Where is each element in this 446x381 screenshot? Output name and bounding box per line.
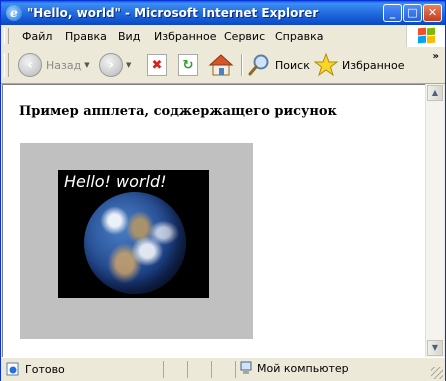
scroll-down-button[interactable]: ▼ bbox=[427, 340, 443, 356]
status-cell bbox=[187, 361, 211, 378]
status-cell bbox=[211, 361, 235, 378]
toolbar-separator bbox=[241, 54, 243, 76]
home-icon bbox=[208, 54, 234, 76]
close-button[interactable]: ✕ bbox=[423, 4, 442, 22]
forward-arrow-icon: › bbox=[99, 53, 123, 77]
search-button[interactable]: Поиск bbox=[247, 51, 310, 79]
applet-hello-text: Hello! world! bbox=[64, 172, 167, 191]
page-content: Пример апплета, соджержащего рисунок Hel… bbox=[2, 84, 425, 357]
star-icon bbox=[314, 53, 338, 77]
favorites-label: Избранное bbox=[342, 58, 405, 72]
refresh-button[interactable]: ↻ bbox=[178, 51, 198, 79]
menu-file[interactable]: Файл bbox=[22, 30, 52, 43]
status-cell bbox=[163, 361, 187, 378]
stop-button[interactable]: ✖ bbox=[147, 51, 167, 79]
zone-text: Мой компьютер bbox=[257, 362, 349, 375]
menubar-grip[interactable] bbox=[4, 28, 9, 44]
back-button[interactable]: ‹ Назад ▼ bbox=[18, 51, 90, 79]
back-dropdown-icon[interactable]: ▼ bbox=[84, 61, 89, 69]
minimize-button[interactable]: _ bbox=[383, 4, 402, 22]
windows-logo-icon bbox=[406, 25, 445, 47]
page-status-icon bbox=[6, 362, 19, 376]
forward-dropdown-icon[interactable]: ▼ bbox=[126, 61, 131, 69]
java-applet: Hello! world! bbox=[20, 143, 253, 339]
menu-help[interactable]: Справка bbox=[275, 30, 323, 43]
menu-tools[interactable]: Сервис bbox=[224, 30, 265, 43]
back-label: Назад bbox=[46, 58, 82, 72]
window-title: "Hello, world" - Microsoft Internet Expl… bbox=[27, 6, 319, 20]
search-icon bbox=[248, 54, 269, 76]
zone-cell: Мой компьютер bbox=[235, 361, 445, 378]
resize-grip[interactable] bbox=[431, 367, 443, 379]
stop-icon: ✖ bbox=[147, 54, 167, 76]
toolbar-more-button[interactable]: » bbox=[433, 51, 439, 62]
status-bar: Готово Мой компьютер bbox=[1, 357, 445, 381]
applet-picture: Hello! world! bbox=[58, 170, 209, 298]
earth-image bbox=[84, 192, 186, 294]
my-computer-icon bbox=[240, 361, 252, 374]
status-text: Готово bbox=[25, 363, 65, 376]
maximize-button[interactable]: □ bbox=[403, 4, 422, 22]
page-heading: Пример апплета, соджержащего рисунок bbox=[19, 104, 337, 119]
menu-edit[interactable]: Правка bbox=[65, 30, 107, 43]
menu-bar: Файл Правка Вид Избранное Сервис Справка bbox=[1, 25, 445, 48]
browser-window: e "Hello, world" - Microsoft Internet Ex… bbox=[0, 0, 446, 381]
refresh-icon: ↻ bbox=[178, 54, 198, 76]
toolbar: ‹ Назад ▼ › ▼ ✖ ↻ Поиск Избранное » bbox=[1, 47, 445, 84]
scroll-up-button[interactable]: ▲ bbox=[427, 85, 443, 101]
vertical-scrollbar[interactable]: ▲ ▼ bbox=[425, 84, 444, 357]
menu-favorites[interactable]: Избранное bbox=[154, 30, 216, 43]
back-arrow-icon: ‹ bbox=[18, 53, 42, 77]
menu-view[interactable]: Вид bbox=[118, 30, 140, 43]
favorites-button[interactable]: Избранное bbox=[314, 51, 404, 79]
search-label: Поиск bbox=[275, 58, 310, 72]
forward-button[interactable]: › ▼ bbox=[99, 51, 131, 79]
home-button[interactable] bbox=[208, 51, 234, 79]
ie-logo-icon: e bbox=[6, 5, 22, 21]
title-bar[interactable]: e "Hello, world" - Microsoft Internet Ex… bbox=[1, 1, 445, 25]
toolbar-grip[interactable] bbox=[4, 53, 9, 77]
